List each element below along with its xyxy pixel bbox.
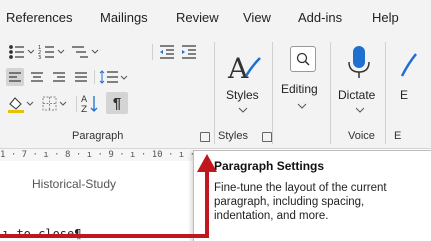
search-icon[interactable] bbox=[290, 46, 316, 72]
separator bbox=[76, 96, 77, 112]
ruler-marks: 1 · 7 · ı · 8 · ı · 9 · ı · 10 · ı · bbox=[0, 150, 193, 160]
horizontal-ruler[interactable]: 1 · 7 · ı · 8 · ı · 9 · ı · 10 · ı · bbox=[0, 149, 193, 161]
tab-references[interactable]: References bbox=[6, 10, 72, 25]
chevron-down-icon[interactable] bbox=[297, 102, 307, 110]
voice-group-label: Voice bbox=[348, 130, 375, 142]
styles-button-label[interactable]: Styles bbox=[226, 88, 259, 102]
ribbon: 123 AZ ¶ Paragraph A Styles Editing Dict… bbox=[0, 36, 431, 149]
tab-mailings[interactable]: Mailings bbox=[100, 10, 148, 25]
align-right-icon[interactable] bbox=[50, 68, 68, 86]
editing-button-label[interactable]: Editing bbox=[281, 82, 318, 96]
svg-text:3: 3 bbox=[38, 55, 41, 60]
decrease-indent-icon[interactable] bbox=[158, 44, 176, 60]
separator bbox=[272, 42, 273, 144]
svg-text:Z: Z bbox=[81, 105, 87, 115]
align-left-icon[interactable] bbox=[6, 68, 24, 86]
separator bbox=[152, 44, 153, 60]
svg-text:A: A bbox=[227, 52, 249, 84]
line-spacing-icon[interactable] bbox=[98, 68, 128, 86]
borders-icon[interactable] bbox=[40, 94, 70, 114]
styles-settings-launcher[interactable] bbox=[262, 132, 272, 142]
separator bbox=[94, 70, 95, 84]
styles-icon[interactable]: A bbox=[226, 50, 262, 84]
shading-icon[interactable] bbox=[6, 94, 36, 114]
chevron-down-icon[interactable] bbox=[238, 106, 248, 114]
align-center-icon[interactable] bbox=[28, 68, 46, 86]
paragraph-group-label: Paragraph bbox=[72, 130, 124, 142]
microphone-icon[interactable] bbox=[346, 44, 372, 80]
tab-add-ins[interactable]: Add-ins bbox=[298, 10, 342, 25]
separator bbox=[330, 42, 331, 144]
increase-indent-icon[interactable] bbox=[180, 44, 198, 60]
tab-view[interactable]: View bbox=[243, 10, 271, 25]
document-body-text[interactable]: ı-to-close¶ bbox=[2, 227, 81, 241]
tooltip-description: Fine-tune the layout of the current para… bbox=[214, 182, 387, 222]
paragraph-settings-tooltip: Paragraph Settings Fine-tune the layout … bbox=[193, 150, 431, 241]
numbering-icon[interactable]: 123 bbox=[38, 44, 66, 60]
tab-review[interactable]: Review bbox=[176, 10, 219, 25]
chevron-down-icon[interactable] bbox=[355, 106, 365, 114]
styles-group-label: Styles bbox=[218, 130, 248, 142]
separator bbox=[214, 42, 215, 144]
document-heading[interactable]: Historical-Study bbox=[32, 177, 116, 191]
show-paragraph-marks-icon[interactable]: ¶ bbox=[106, 92, 128, 114]
sort-icon[interactable]: AZ bbox=[80, 93, 102, 115]
document-canvas[interactable]: Historical-Study ı-to-close¶ bbox=[0, 161, 193, 241]
paragraph-settings-launcher[interactable] bbox=[200, 132, 210, 142]
separator bbox=[385, 42, 386, 144]
sort-a-glyph: A bbox=[81, 95, 88, 105]
multilevel-list-icon[interactable] bbox=[70, 44, 100, 60]
tooltip-title: Paragraph Settings bbox=[214, 159, 325, 173]
editor-icon[interactable] bbox=[398, 50, 418, 80]
tab-help[interactable]: Help bbox=[372, 10, 399, 25]
dictate-button-label[interactable]: Dictate bbox=[338, 88, 375, 102]
next-group-label: E bbox=[394, 130, 402, 142]
justify-icon[interactable] bbox=[72, 68, 90, 86]
bullets-icon[interactable] bbox=[8, 44, 36, 60]
ribbon-tab-bar: References Mailings Review View Add-ins … bbox=[0, 0, 431, 36]
styles-group-label-text: Styles bbox=[218, 130, 248, 142]
next-button-label[interactable]: E bbox=[400, 88, 408, 102]
